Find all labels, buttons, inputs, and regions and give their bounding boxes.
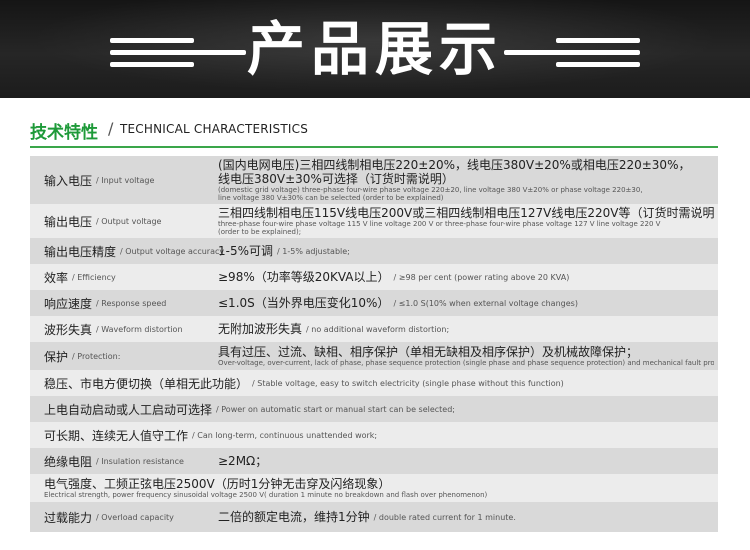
value-en-line: Over-voltage, over-current, lack of phas… xyxy=(218,359,714,367)
spec-row-output-voltage: 输出电压 / Output voltage 三相四线制相电压115V线电压200V… xyxy=(30,204,718,238)
label-zh: 上电自动启动或人工启动可选择 xyxy=(44,402,213,417)
label-zh: 稳压、市电方便切换（单相无此功能） xyxy=(44,376,249,391)
value-en-line: three-phase four-wire phase voltage 115 … xyxy=(218,220,661,228)
decor-lines-right-icon xyxy=(504,0,674,98)
spec-label: 过载能力 / Overload capacity xyxy=(44,502,174,532)
spec-label: 波形失真 / Waveform distortion xyxy=(44,316,183,342)
label-en: / Efficiency xyxy=(72,272,116,282)
label-zh: 效率 xyxy=(44,270,69,285)
spec-value: ≥98%（功率等级20KVA以上） / ≥98 per cent (power r… xyxy=(218,264,714,290)
value-en: / 1-5% adjustable; xyxy=(277,246,350,256)
label-zh: 保护 xyxy=(44,349,69,364)
spec-label: 输出电压 / Output voltage xyxy=(44,204,161,238)
label-en: Electrical strength, power frequency sin… xyxy=(44,491,488,499)
label-zh: 输入电压 xyxy=(44,173,93,188)
label-en: / Power on automatic start or manual sta… xyxy=(216,404,455,414)
value-en-line: line voltage 380 V±30% can be selected (… xyxy=(218,194,444,202)
label-zh: 波形失真 xyxy=(44,322,93,337)
spec-row-insulation-resistance: 绝缘电阻 / Insulation resistance ≥2MΩ； xyxy=(30,448,718,474)
value-en-line: (domestic grid voltage) three-phase four… xyxy=(218,186,643,194)
label-zh: 响应速度 xyxy=(44,296,93,311)
section-title-zh: 技术特性 xyxy=(30,123,98,143)
value-zh-line: 线电压380V±30%可选择（订货时需说明） xyxy=(218,172,454,186)
spec-label: 绝缘电阻 / Insulation resistance xyxy=(44,448,184,474)
label-en: / Input voltage xyxy=(96,175,155,185)
spec-row-efficiency: 效率 / Efficiency ≥98%（功率等级20KVA以上） / ≥98 pe… xyxy=(30,264,718,290)
label-zh: 过载能力 xyxy=(44,510,93,525)
label-zh: 输出电压精度 xyxy=(44,244,117,259)
header-banner: 产品展示 xyxy=(0,0,750,98)
value-zh: ≥2MΩ； xyxy=(218,454,268,468)
spec-label: 响应速度 / Response speed xyxy=(44,290,166,316)
spec-row-response-speed: 响应速度 / Response speed ≤1.0S（当外界电压变化10%） / … xyxy=(30,290,718,316)
spec-row-waveform-distortion: 波形失真 / Waveform distortion 无附加波形失真 / no ad… xyxy=(30,316,718,342)
value-zh-line: 三相四线制相电压115V线电压200V或三相四线制相电压127V线电压220V等… xyxy=(218,206,714,220)
spec-row-overload-capacity: 过载能力 / Overload capacity 二倍的额定电流，维持1分钟 / d… xyxy=(30,502,718,532)
spec-row-output-accuracy: 输出电压精度 / Output voltage accuracy 1-5%可调 / … xyxy=(30,238,718,264)
value-en: / ≥98 per cent (power rating above 20 KV… xyxy=(393,272,570,282)
spec-row-stable-voltage: 稳压、市电方便切换（单相无此功能） / Stable voltage, easy … xyxy=(30,370,718,396)
label-en: / Output voltage xyxy=(96,216,162,226)
spec-row-electrical-strength: 电气强度、工频正弦电压2500V（历时1分钟无击穿及闪络现象） Electric… xyxy=(30,474,718,502)
label-en: / Output voltage accuracy xyxy=(120,246,225,256)
label-en: / Can long-term, continuous unattended w… xyxy=(192,430,378,440)
spec-label: 可长期、连续无人值守工作 / Can long-term, continuous … xyxy=(44,422,377,448)
section-title-slash: / xyxy=(108,119,114,138)
label-en: / Response speed xyxy=(96,298,167,308)
value-zh-line: 具有过压、过流、缺相、相序保护（单相无缺相及相序保护）及机械故障保护； xyxy=(218,345,639,359)
label-en: / Protection: xyxy=(72,351,121,361)
label-en: / Insulation resistance xyxy=(96,456,184,466)
value-en: / double rated current for 1 minute. xyxy=(373,512,516,522)
label-zh: 输出电压 xyxy=(44,214,93,229)
spec-label: 稳压、市电方便切换（单相无此功能） / Stable voltage, easy … xyxy=(44,370,564,396)
label-en: / Stable voltage, easy to switch electri… xyxy=(252,378,564,388)
section-heading: 技术特性 / TECHNICAL CHARACTERISTICS xyxy=(30,112,718,148)
spec-value: 二倍的额定电流，维持1分钟 / double rated current for … xyxy=(218,502,714,532)
section-title-en: TECHNICAL CHARACTERISTICS xyxy=(120,122,309,136)
value-en: / ≤1.0 S(10% when external voltage chang… xyxy=(393,298,578,308)
value-zh: 二倍的额定电流，维持1分钟 xyxy=(218,510,370,524)
spec-row-power-on-start: 上电自动启动或人工启动可选择 / Power on automatic start… xyxy=(30,396,718,422)
spec-label: 电气强度、工频正弦电压2500V（历时1分钟无击穿及闪络现象） Electric… xyxy=(44,474,487,502)
spec-label: 输出电压精度 / Output voltage accuracy xyxy=(44,238,224,264)
label-en: / Waveform distortion xyxy=(96,324,183,334)
value-zh: 1-5%可调 xyxy=(218,244,274,258)
label-en: / Overload capacity xyxy=(96,512,174,522)
value-en: / no additional waveform distortion; xyxy=(306,324,450,334)
spec-value: (国内电网电压)三相四线制相电压220±20%，线电压380V±20%或相电压2… xyxy=(218,156,714,204)
label-zh: 电气强度、工频正弦电压2500V（历时1分钟无击穿及闪络现象） xyxy=(44,477,391,491)
spec-label: 上电自动启动或人工启动可选择 / Power on automatic start… xyxy=(44,396,455,422)
spec-value: ≤1.0S（当外界电压变化10%） / ≤1.0 S(10% when exter… xyxy=(218,290,714,316)
spec-value: 1-5%可调/ 1-5% adjustable; xyxy=(218,238,714,264)
value-zh: ≥98%（功率等级20KVA以上） xyxy=(218,270,390,284)
label-zh: 绝缘电阻 xyxy=(44,454,93,469)
spec-row-input-voltage: 输入电压 / Input voltage (国内电网电压)三相四线制相电压220±… xyxy=(30,156,718,204)
spec-value: 三相四线制相电压115V线电压200V或三相四线制相电压127V线电压220V等… xyxy=(218,204,714,238)
spec-label: 保护 / Protection: xyxy=(44,342,120,370)
value-en-line: (order to be explained); xyxy=(218,228,302,236)
spec-row-unattended-work: 可长期、连续无人值守工作 / Can long-term, continuous … xyxy=(30,422,718,448)
spec-row-protection: 保护 / Protection: 具有过压、过流、缺相、相序保护（单相无缺相及相序… xyxy=(30,342,718,370)
value-zh: 无附加波形失真 xyxy=(218,322,303,336)
label-zh: 可长期、连续无人值守工作 xyxy=(44,428,189,443)
spec-label: 效率 / Efficiency xyxy=(44,264,116,290)
value-zh: ≤1.0S（当外界电压变化10%） xyxy=(218,296,390,310)
spec-value: 具有过压、过流、缺相、相序保护（单相无缺相及相序保护）及机械故障保护； Over… xyxy=(218,342,714,370)
spec-label: 输入电压 / Input voltage xyxy=(44,156,154,204)
spec-value: 无附加波形失真 / no additional waveform distorti… xyxy=(218,316,714,342)
value-zh-line: (国内电网电压)三相四线制相电压220±20%，线电压380V±20%或相电压2… xyxy=(218,158,691,172)
spec-value: ≥2MΩ； xyxy=(218,448,714,474)
